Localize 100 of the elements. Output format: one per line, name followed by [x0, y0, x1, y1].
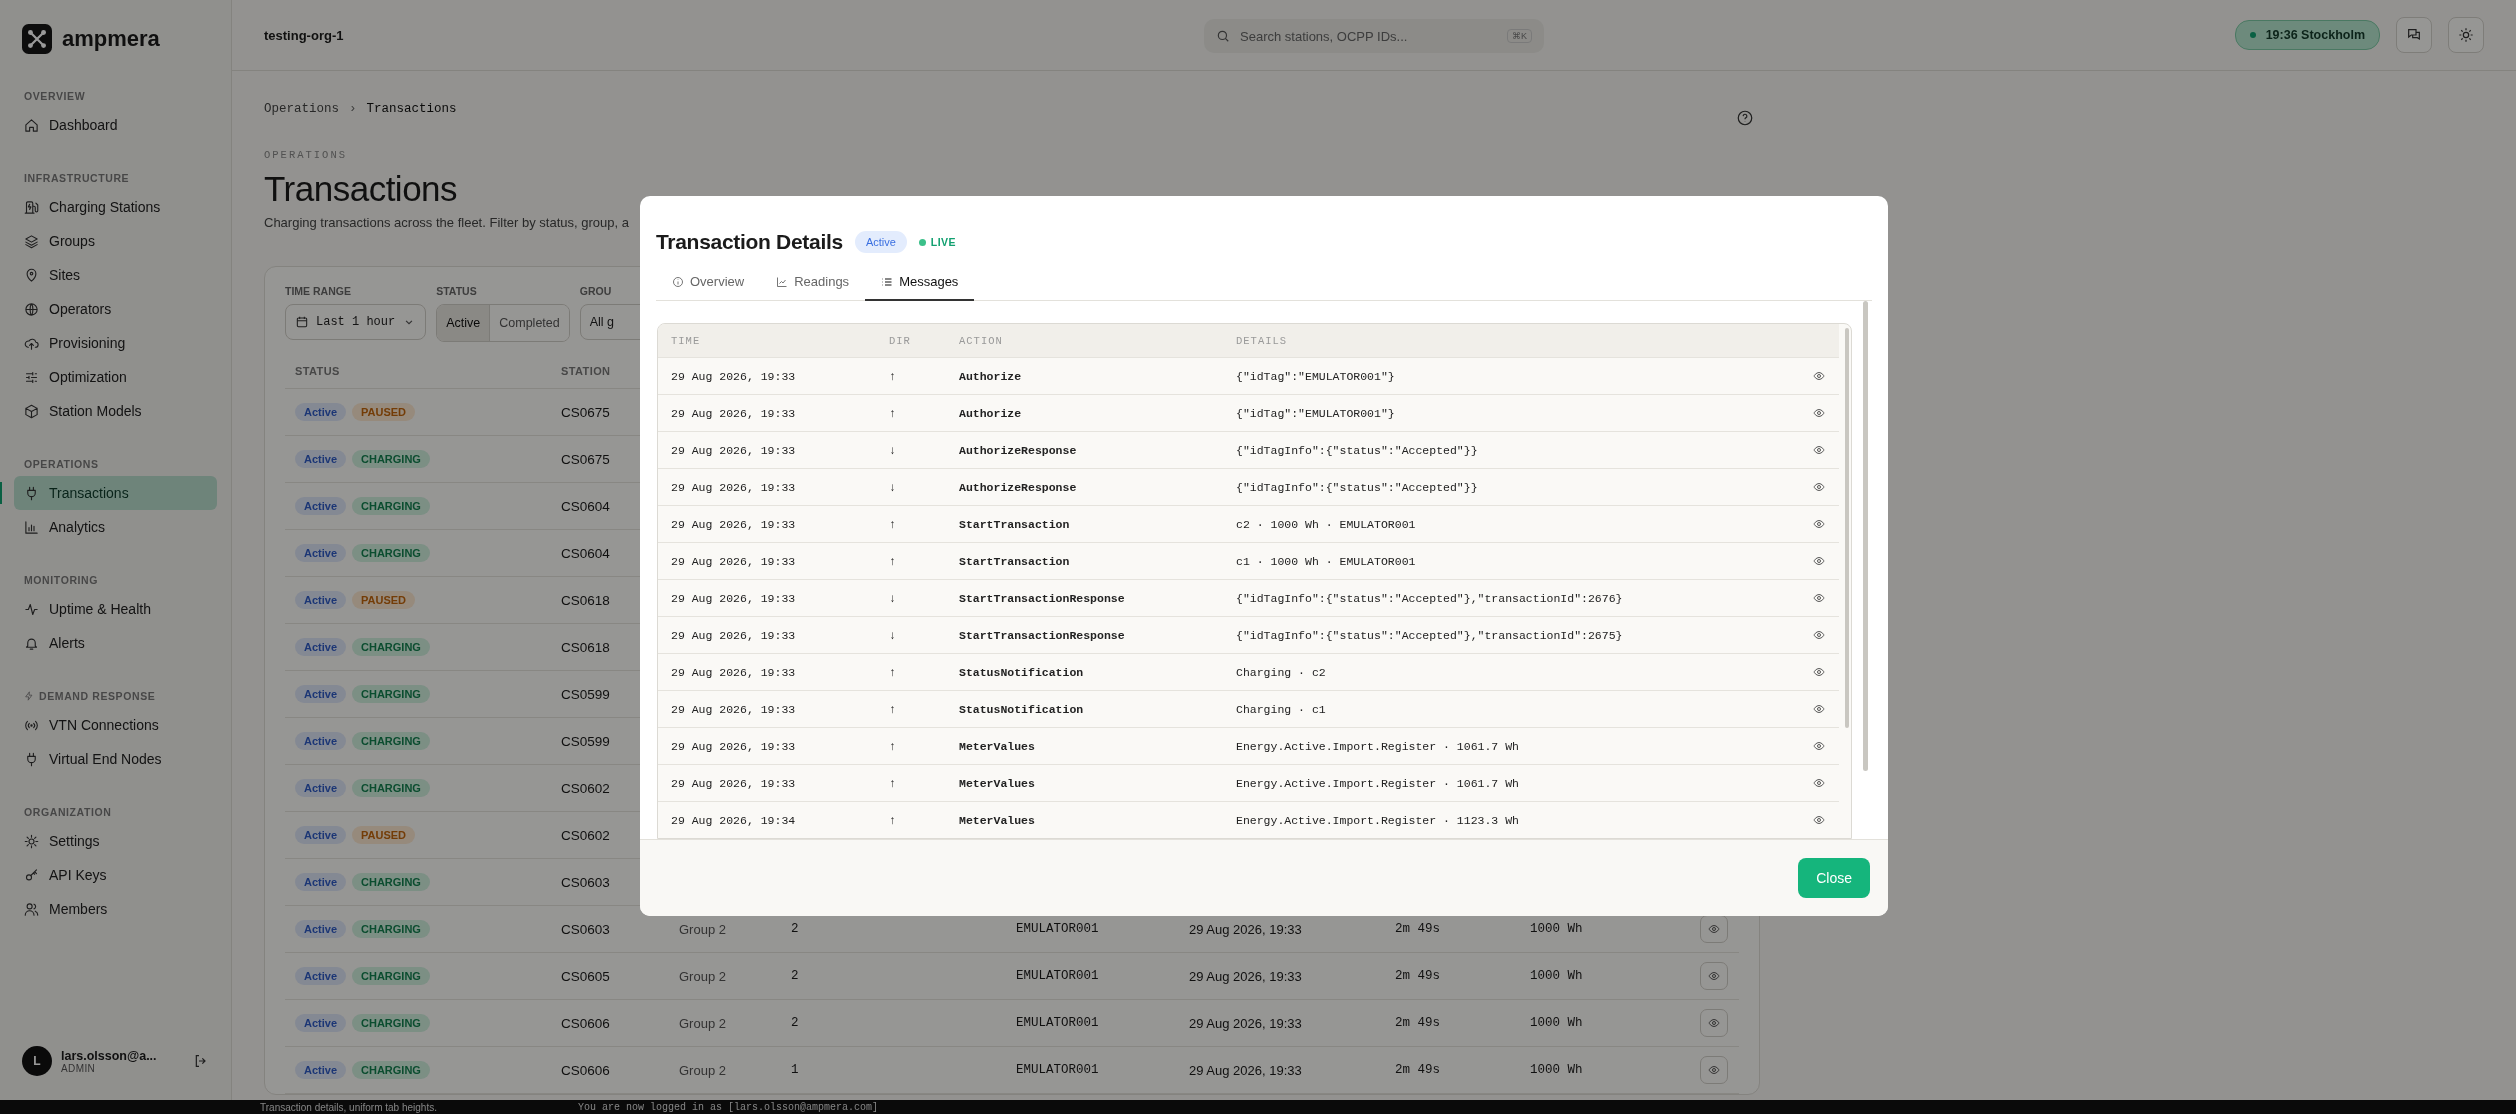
eye-icon[interactable] [1813, 666, 1825, 678]
station-cell-text: CS0604 [560, 498, 611, 514]
details-cell-text: {"idTag":"EMULATOR001"} [1235, 369, 1396, 383]
sidebar-item[interactable]: Charging Stations [14, 190, 217, 224]
action-cell-text: Authorize [958, 369, 1023, 383]
status-badge: Active [854, 231, 907, 253]
sidebar-item[interactable]: Uptime & Health [14, 592, 217, 626]
status-toggle[interactable]: Active [437, 305, 491, 341]
status-badge: Active [295, 591, 347, 609]
table-cell-text: 2m 49s [1394, 969, 1441, 983]
action-cell-text: MeterValues [958, 739, 1036, 753]
action-cell-text: StartTransaction [958, 554, 1071, 568]
status-badge: Active [295, 1014, 347, 1032]
station-cell-text: CS0604 [560, 545, 611, 561]
details-cell-text: {"idTagInfo":{"status":"Accepted"},"transactionId":2676} [1235, 591, 1624, 605]
eye-icon [1708, 970, 1720, 982]
section-heading: INFRASTRUCTURE [24, 172, 130, 184]
state-badge: CHARGING [352, 732, 430, 750]
time-range-select[interactable]: Last 1 hour [285, 304, 427, 340]
sidebar-item[interactable]: Sites [14, 258, 217, 292]
sidebar-item[interactable]: Station Models [14, 394, 217, 428]
table-cell-text: 29 Aug 2026, 19:33 [1188, 968, 1303, 984]
eye-icon[interactable] [1813, 777, 1825, 789]
state-badge: CHARGING [352, 779, 430, 797]
time-cell-text: 29 Aug 2026, 19:33 [670, 517, 797, 531]
filter-label: GROU [579, 285, 612, 297]
settings-button[interactable] [2448, 17, 2484, 53]
eye-icon[interactable] [1813, 407, 1825, 419]
status-badge: Active [295, 967, 347, 985]
tab[interactable]: Messages [865, 264, 975, 301]
eye-icon[interactable] [1813, 444, 1825, 456]
layers-icon [24, 233, 39, 249]
sidebar-item[interactable]: Dashboard [14, 108, 217, 142]
messages-button[interactable] [2396, 17, 2432, 53]
bolt-icon [24, 691, 34, 701]
tab[interactable]: Overview [656, 264, 761, 301]
action-cell-text: StartTransaction [958, 517, 1071, 531]
line-chart-icon [776, 275, 789, 288]
table-cell-text: Group 2 [678, 1062, 727, 1078]
avatar: L [22, 1046, 52, 1076]
action-cell-text: StartTransactionResponse [958, 591, 1126, 605]
eye-icon[interactable] [1813, 740, 1825, 752]
action-cell-text: AuthorizeResponse [958, 480, 1078, 494]
time-cell-text: 29 Aug 2026, 19:33 [670, 406, 797, 420]
table-cell-text: 29 Aug 2026, 19:33 [1188, 921, 1303, 937]
section-heading: DEMAND RESPONSE [39, 690, 156, 702]
filter-label: STATUS [436, 285, 477, 297]
view-button[interactable] [1700, 915, 1728, 943]
direction-cell-text: ↓ [888, 591, 897, 605]
direction-cell-text: ↑ [888, 517, 897, 531]
scrollbar[interactable] [1845, 328, 1849, 728]
state-badge: CHARGING [352, 544, 430, 562]
help-icon[interactable] [1736, 109, 1754, 127]
table-cell-text: Group 2 [678, 921, 727, 937]
time-cell-text: 29 Aug 2026, 19:33 [670, 480, 797, 494]
sidebar-item[interactable]: Alerts [14, 626, 217, 660]
eye-icon[interactable] [1813, 703, 1825, 715]
sidebar-item[interactable]: Operators [14, 292, 217, 326]
eye-icon[interactable] [1813, 555, 1825, 567]
time-cell-text: 29 Aug 2026, 19:33 [670, 628, 797, 642]
station-cell-text: CS0606 [560, 1062, 611, 1078]
details-cell-text: {"idTag":"EMULATOR001"} [1235, 406, 1396, 420]
search-input[interactable]: Search stations, OCPP IDs... [1238, 27, 1499, 45]
action-cell-text: AuthorizeResponse [958, 443, 1078, 457]
sidebar-item[interactable]: Virtual End Nodes [14, 742, 217, 776]
breadcrumb-separator: › [349, 102, 357, 116]
action-cell-text: MeterValues [958, 776, 1036, 790]
sidebar-item[interactable]: Groups [14, 224, 217, 258]
sidebar-item[interactable]: Optimization [14, 360, 217, 394]
scrollbar[interactable] [1863, 301, 1868, 771]
sidebar-item[interactable]: Members [14, 892, 217, 926]
info-icon [672, 275, 684, 288]
state-badge: CHARGING [352, 1061, 430, 1079]
action-cell-text: StatusNotification [958, 665, 1085, 679]
eye-icon[interactable] [1813, 592, 1825, 604]
tab[interactable]: Readings [760, 264, 866, 301]
eye-icon[interactable] [1813, 370, 1825, 382]
table-cell-text: EMULATOR001 [1015, 922, 1100, 936]
breadcrumb-link[interactable]: Operations [264, 102, 339, 116]
eye-icon[interactable] [1813, 518, 1825, 530]
sidebar-item[interactable]: Analytics [14, 510, 217, 544]
organization-name[interactable]: testing-org-1 [264, 27, 344, 43]
action-cell-text: Authorize [958, 406, 1023, 420]
eye-icon[interactable] [1813, 629, 1825, 641]
sidebar-item[interactable]: API Keys [14, 858, 217, 892]
sidebar-item[interactable]: Provisioning [14, 326, 217, 360]
time-cell-text: 29 Aug 2026, 19:33 [670, 776, 797, 790]
station-cell-text: CS0675 [560, 404, 611, 420]
station-cell-text: CS0603 [560, 921, 611, 937]
status-badge: Active [295, 638, 347, 656]
eye-icon[interactable] [1813, 814, 1825, 826]
sidebar-item[interactable]: Settings [14, 824, 217, 858]
direction-cell-text: ↑ [888, 739, 897, 753]
status-badge: Active [295, 779, 347, 797]
station-cell-text: CS0675 [560, 451, 611, 467]
table-cell-text: 2 [790, 969, 800, 983]
details-cell-text: c2 · 1000 Wh · EMULATOR001 [1235, 517, 1417, 531]
sidebar-item[interactable]: VTN Connections [14, 708, 217, 742]
eye-icon[interactable] [1813, 481, 1825, 493]
state-badge: PAUSED [352, 403, 416, 421]
